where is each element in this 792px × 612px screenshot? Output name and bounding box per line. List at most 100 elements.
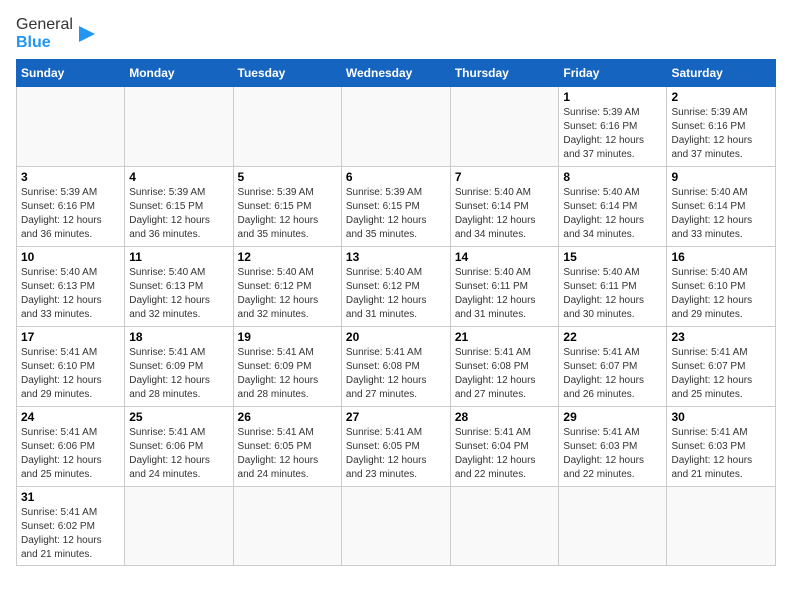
calendar-cell: 17Sunrise: 5:41 AM Sunset: 6:10 PM Dayli…	[17, 327, 125, 407]
calendar-cell: 2Sunrise: 5:39 AM Sunset: 6:16 PM Daylig…	[667, 87, 776, 167]
calendar-cell: 28 Sunrise: 5:41 AM Sunset: 6:04 PM Dayli…	[450, 407, 559, 487]
day-info: Sunrise: 5:40 AM Sunset: 6:12 PM Dayligh…	[346, 266, 446, 322]
day-number: 19	[238, 330, 337, 344]
calendar-week-row: 1 Sunrise: 5:39 AM Sunset: 6:16 PM Daylig…	[17, 87, 776, 167]
day-number: 16	[671, 250, 771, 264]
day-info: Sunrise: 5:39 AM Sunset: 6:16 PM Dayligh…	[671, 106, 771, 162]
day-info: Sunrise: 5:41 AM Sunset: 6:03 PM Dayligh…	[563, 426, 662, 482]
day-info: Sunrise: 5:41 AM Sunset: 6:06 PM Dayligh…	[129, 426, 228, 482]
day-number: 20	[346, 330, 446, 344]
calendar-cell: 23 Sunrise: 5:41 AM Sunset: 6:07 PM Dayli…	[667, 327, 776, 407]
calendar-cell: 21 Sunrise: 5:41 AM Sunset: 6:08 PM Dayli…	[450, 327, 559, 407]
day-info: Sunrise: 5:41 AM Sunset: 6:02 PM Dayligh…	[21, 506, 120, 562]
weekday-header-row: SundayMondayTuesdayWednesdayThursdayFrid…	[17, 60, 776, 87]
day-info: Sunrise: 5:40 AM Sunset: 6:14 PM Dayligh…	[455, 186, 555, 242]
calendar-cell	[17, 87, 125, 167]
calendar-cell: 15 Sunrise: 5:40 AM Sunset: 6:11 PM Dayli…	[559, 247, 667, 327]
logo: General Blue	[16, 16, 97, 51]
day-info: Sunrise: 5:40 AM Sunset: 6:11 PM Dayligh…	[563, 266, 662, 322]
day-number: 4	[129, 170, 228, 184]
calendar-cell: 29 Sunrise: 5:41 AM Sunset: 6:03 PM Dayli…	[559, 407, 667, 487]
calendar-cell: 18 Sunrise: 5:41 AM Sunset: 6:09 PM Dayli…	[125, 327, 233, 407]
day-number: 30	[671, 410, 771, 424]
calendar-cell: 31 Sunrise: 5:41 AM Sunset: 6:02 PM Dayli…	[17, 487, 125, 566]
calendar-cell	[341, 87, 450, 167]
day-number: 24	[21, 410, 120, 424]
day-number: 18	[129, 330, 228, 344]
day-info: Sunrise: 5:41 AM Sunset: 6:07 PM Dayligh…	[671, 346, 771, 402]
day-number: 15	[563, 250, 662, 264]
day-number: 5	[238, 170, 337, 184]
calendar-cell	[125, 487, 233, 566]
day-info: Sunrise: 5:41 AM Sunset: 6:07 PM Dayligh…	[563, 346, 662, 402]
day-info: Sunrise: 5:41 AM Sunset: 6:08 PM Dayligh…	[455, 346, 555, 402]
calendar-week-row: 3Sunrise: 5:39 AM Sunset: 6:16 PM Daylig…	[17, 167, 776, 247]
day-info: Sunrise: 5:41 AM Sunset: 6:04 PM Dayligh…	[455, 426, 555, 482]
logo-blue: Blue	[16, 34, 51, 51]
day-number: 10	[21, 250, 120, 264]
calendar-cell	[667, 487, 776, 566]
weekday-header-tuesday: Tuesday	[233, 60, 341, 87]
calendar-week-row: 31 Sunrise: 5:41 AM Sunset: 6:02 PM Dayli…	[17, 487, 776, 566]
day-info: Sunrise: 5:41 AM Sunset: 6:08 PM Dayligh…	[346, 346, 446, 402]
day-info: Sunrise: 5:41 AM Sunset: 6:05 PM Dayligh…	[238, 426, 337, 482]
calendar-cell: 27 Sunrise: 5:41 AM Sunset: 6:05 PM Dayli…	[341, 407, 450, 487]
day-info: Sunrise: 5:41 AM Sunset: 6:06 PM Dayligh…	[21, 426, 120, 482]
day-number: 23	[671, 330, 771, 344]
day-number: 1	[563, 90, 662, 104]
calendar-week-row: 10Sunrise: 5:40 AM Sunset: 6:13 PM Dayli…	[17, 247, 776, 327]
day-number: 31	[21, 490, 120, 504]
day-number: 13	[346, 250, 446, 264]
day-info: Sunrise: 5:41 AM Sunset: 6:09 PM Dayligh…	[238, 346, 337, 402]
day-number: 26	[238, 410, 337, 424]
calendar-cell: 7 Sunrise: 5:40 AM Sunset: 6:14 PM Daylig…	[450, 167, 559, 247]
day-number: 8	[563, 170, 662, 184]
day-info: Sunrise: 5:40 AM Sunset: 6:14 PM Dayligh…	[563, 186, 662, 242]
day-info: Sunrise: 5:40 AM Sunset: 6:14 PM Dayligh…	[671, 186, 771, 242]
day-number: 11	[129, 250, 228, 264]
calendar-week-row: 17Sunrise: 5:41 AM Sunset: 6:10 PM Dayli…	[17, 327, 776, 407]
logo-general: General	[16, 16, 73, 33]
day-number: 21	[455, 330, 555, 344]
calendar-cell: 20 Sunrise: 5:41 AM Sunset: 6:08 PM Dayli…	[341, 327, 450, 407]
day-number: 22	[563, 330, 662, 344]
calendar-cell: 12 Sunrise: 5:40 AM Sunset: 6:12 PM Dayli…	[233, 247, 341, 327]
day-number: 28	[455, 410, 555, 424]
day-number: 25	[129, 410, 228, 424]
calendar-cell: 16 Sunrise: 5:40 AM Sunset: 6:10 PM Dayli…	[667, 247, 776, 327]
day-number: 12	[238, 250, 337, 264]
day-number: 14	[455, 250, 555, 264]
day-info: Sunrise: 5:40 AM Sunset: 6:10 PM Dayligh…	[671, 266, 771, 322]
day-number: 7	[455, 170, 555, 184]
day-info: Sunrise: 5:39 AM Sunset: 6:15 PM Dayligh…	[346, 186, 446, 242]
weekday-header-saturday: Saturday	[667, 60, 776, 87]
logo-triangle-icon	[77, 20, 97, 48]
day-info: Sunrise: 5:40 AM Sunset: 6:12 PM Dayligh…	[238, 266, 337, 322]
day-info: Sunrise: 5:39 AM Sunset: 6:15 PM Dayligh…	[238, 186, 337, 242]
day-number: 3	[21, 170, 120, 184]
calendar-cell: 19 Sunrise: 5:41 AM Sunset: 6:09 PM Dayli…	[233, 327, 341, 407]
calendar-cell: 14 Sunrise: 5:40 AM Sunset: 6:11 PM Dayli…	[450, 247, 559, 327]
day-number: 29	[563, 410, 662, 424]
calendar-cell	[233, 87, 341, 167]
weekday-header-wednesday: Wednesday	[341, 60, 450, 87]
day-info: Sunrise: 5:41 AM Sunset: 6:10 PM Dayligh…	[21, 346, 120, 402]
calendar-cell: 30Sunrise: 5:41 AM Sunset: 6:03 PM Dayli…	[667, 407, 776, 487]
calendar-cell: 6 Sunrise: 5:39 AM Sunset: 6:15 PM Daylig…	[341, 167, 450, 247]
day-number: 27	[346, 410, 446, 424]
calendar-body: 1 Sunrise: 5:39 AM Sunset: 6:16 PM Daylig…	[17, 87, 776, 566]
day-info: Sunrise: 5:39 AM Sunset: 6:16 PM Dayligh…	[563, 106, 662, 162]
calendar-cell	[341, 487, 450, 566]
day-number: 6	[346, 170, 446, 184]
calendar-header: SundayMondayTuesdayWednesdayThursdayFrid…	[17, 60, 776, 87]
calendar-cell: 13 Sunrise: 5:40 AM Sunset: 6:12 PM Dayli…	[341, 247, 450, 327]
day-info: Sunrise: 5:41 AM Sunset: 6:05 PM Dayligh…	[346, 426, 446, 482]
calendar-cell	[450, 87, 559, 167]
calendar-cell	[125, 87, 233, 167]
calendar-cell: 1 Sunrise: 5:39 AM Sunset: 6:16 PM Daylig…	[559, 87, 667, 167]
calendar-cell	[559, 487, 667, 566]
day-number: 9	[671, 170, 771, 184]
day-info: Sunrise: 5:40 AM Sunset: 6:11 PM Dayligh…	[455, 266, 555, 322]
calendar-cell: 26 Sunrise: 5:41 AM Sunset: 6:05 PM Dayli…	[233, 407, 341, 487]
day-info: Sunrise: 5:41 AM Sunset: 6:09 PM Dayligh…	[129, 346, 228, 402]
